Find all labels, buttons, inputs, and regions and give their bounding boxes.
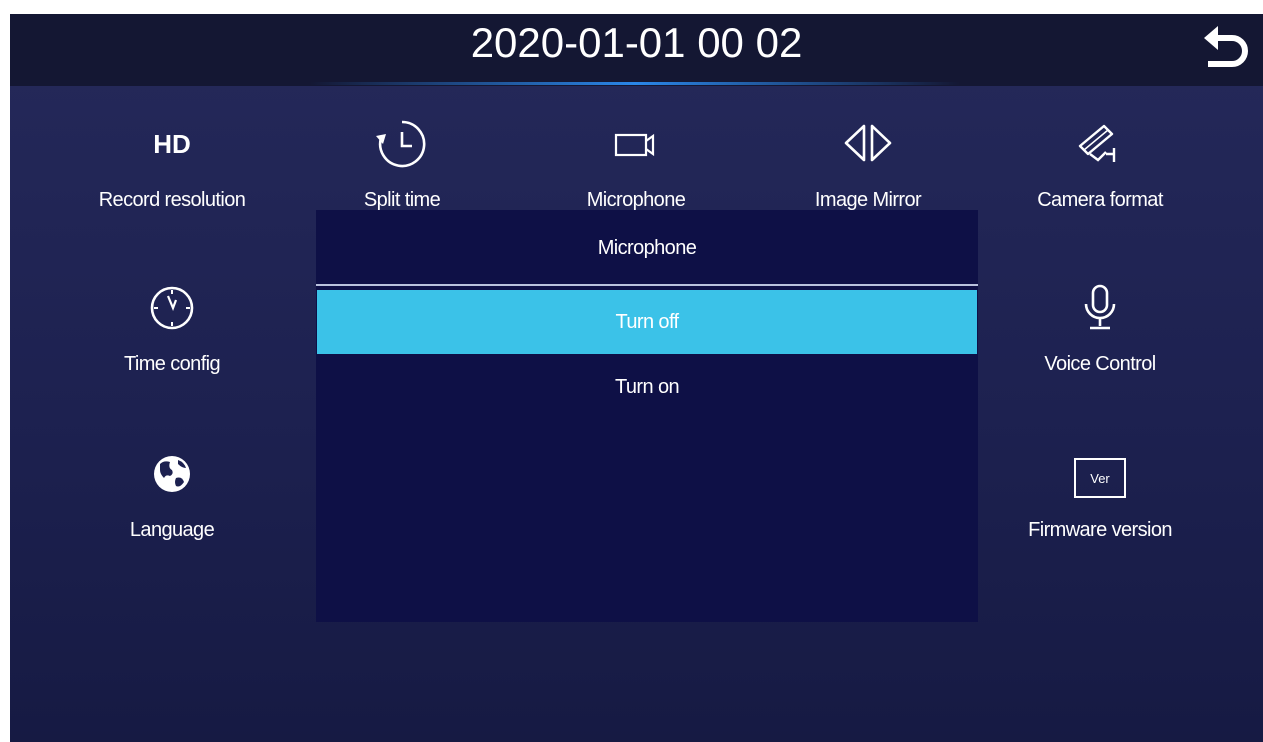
video-camera-icon — [606, 114, 666, 174]
tile-firmware-version[interactable]: Ver Firmware version — [1000, 444, 1200, 564]
tile-time-config[interactable]: Time config — [72, 278, 272, 398]
back-button[interactable] — [1198, 22, 1252, 76]
clock-arrows-icon — [372, 114, 432, 174]
tile-voice-control[interactable]: Voice Control — [1000, 278, 1200, 398]
tile-language[interactable]: Language — [72, 444, 272, 564]
mirror-arrows-icon — [838, 114, 898, 174]
datetime-display: 2020-01-01 00 02 — [470, 19, 803, 66]
tile-label: Image Mirror — [814, 189, 922, 211]
microphone-icon — [1070, 278, 1130, 338]
tile-label: Record resolution — [98, 189, 246, 211]
tile-label: Camera format — [1037, 189, 1163, 211]
version-icon: Ver — [1070, 444, 1130, 504]
tile-label: Time config — [123, 353, 221, 375]
tile-label: Split time — [363, 189, 441, 211]
hd-icon: HD — [153, 128, 191, 159]
tile-camera-format[interactable]: Camera format — [1000, 114, 1200, 234]
tile-record-resolution[interactable]: HD Record resolution — [72, 114, 272, 234]
undo-arrow-icon — [1204, 26, 1248, 67]
tile-label: Microphone — [586, 189, 686, 211]
clock-icon — [142, 278, 202, 338]
settings-screen: 2020-01-01 00 02 HD Record resolution Sp… — [10, 14, 1263, 742]
option-turn-on[interactable]: Turn on — [317, 355, 977, 419]
tile-label: Language — [129, 519, 215, 541]
tile-label: Firmware version — [1028, 519, 1172, 541]
header-bar: 2020-01-01 00 02 — [10, 14, 1263, 86]
option-turn-off[interactable]: Turn off — [317, 290, 977, 354]
tile-label: Voice Control — [1044, 353, 1156, 375]
header-accent-line — [310, 82, 960, 85]
popup-title: Microphone — [597, 237, 697, 259]
globe-icon — [142, 444, 202, 504]
security-camera-icon — [1070, 114, 1130, 174]
microphone-popup: Microphone Turn off Turn on — [316, 210, 978, 622]
popup-divider — [316, 284, 978, 286]
